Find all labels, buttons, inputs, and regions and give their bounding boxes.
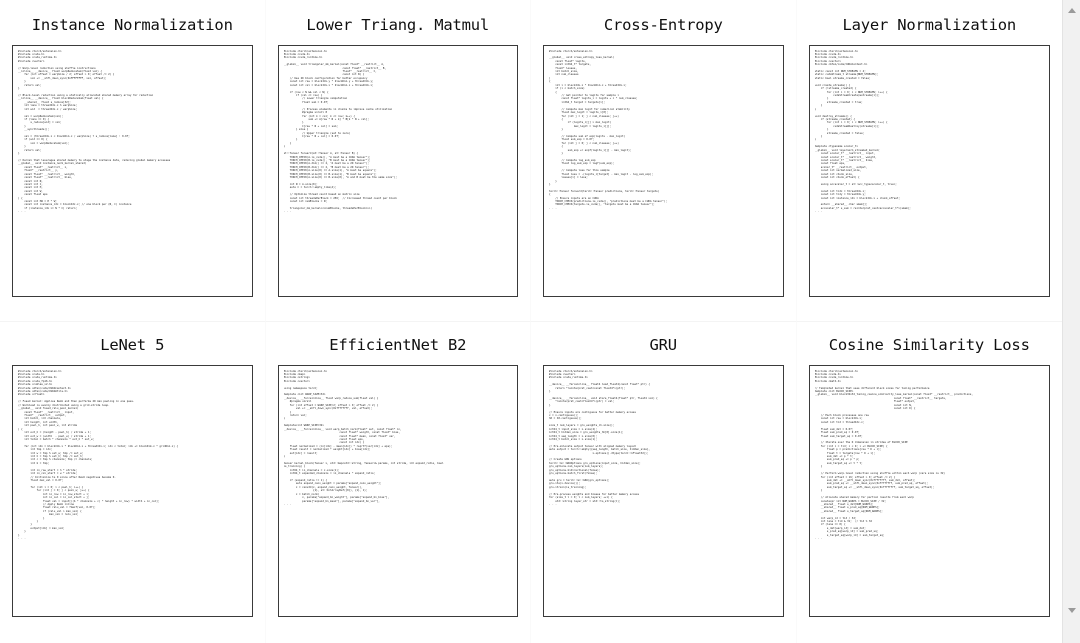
card-title: EfficientNet B2 xyxy=(329,336,467,354)
card-title: Cosine Similarity Loss xyxy=(828,336,1030,354)
card-title: Cross-Entropy xyxy=(603,16,723,34)
scroll-down-button[interactable] xyxy=(1063,602,1080,619)
scroll-viewport: Instance Normalization #include <torch/e… xyxy=(0,0,1062,643)
code-box[interactable]: #include <torch/extension.h> #include <c… xyxy=(808,44,1050,297)
code-content: #include <torch/extension.h> #include <c… xyxy=(283,49,397,214)
code-box[interactable]: #include <torch/extension.h> #include <c… xyxy=(277,44,518,297)
code-content: #include <torch/extension.h> #include <m… xyxy=(283,369,444,506)
code-box[interactable]: #include <torch/extension.h> #include <c… xyxy=(12,44,253,297)
card-efficientnet-b2: EfficientNet B2 #include <torch/extensio… xyxy=(265,322,531,643)
code-box[interactable]: #include <torch/extension.h> __global__ … xyxy=(543,44,784,297)
card-gru: GRU #include <torch/extension.h> #includ… xyxy=(531,322,797,643)
triangle-up-icon xyxy=(1067,8,1076,13)
code-content: #include <torch/extension.h> #include <c… xyxy=(814,369,973,541)
code-box[interactable]: #include <torch/extension.h> #include <c… xyxy=(808,364,1050,617)
code-content: #include <torch/extension.h> #include <c… xyxy=(18,369,178,541)
code-content: #include <torch/extension.h> #include <c… xyxy=(18,49,171,214)
scroll-up-button[interactable] xyxy=(1063,2,1080,19)
card-cross-entropy: Cross-Entropy #include <torch/extension.… xyxy=(531,0,797,322)
card-title: Layer Normalization xyxy=(842,16,1016,34)
card-lenet-5: LeNet 5 #include <torch/extension.h> #in… xyxy=(0,322,266,643)
code-content: #include <torch/extension.h> #include <v… xyxy=(549,369,658,506)
code-box[interactable]: #include <torch/extension.h> #include <m… xyxy=(277,364,518,617)
code-box[interactable]: #include <torch/extension.h> #include <v… xyxy=(543,364,784,617)
code-content: #include <torch/extension.h> #include <c… xyxy=(814,49,911,214)
app-root: Instance Normalization #include <torch/e… xyxy=(0,0,1080,643)
code-box[interactable]: #include <torch/extension.h> #include <c… xyxy=(12,364,253,617)
card-title: GRU xyxy=(649,336,678,354)
card-cosine-similarity-loss: Cosine Similarity Loss #include <torch/e… xyxy=(796,322,1062,643)
code-content: #include <torch/extension.h> __global__ … xyxy=(549,49,668,210)
card-title: Lower Triang. Matmul xyxy=(306,16,490,34)
card-instance-normalization: Instance Normalization #include <torch/e… xyxy=(0,0,266,322)
card-lower-triang-matmul: Lower Triang. Matmul #include <torch/ext… xyxy=(265,0,531,322)
triangle-down-icon xyxy=(1067,608,1076,613)
vertical-scrollbar[interactable] xyxy=(1062,0,1080,643)
card-layer-normalization: Layer Normalization #include <torch/exte… xyxy=(796,0,1062,322)
card-title: LeNet 5 xyxy=(100,336,165,354)
code-card-grid: Instance Normalization #include <torch/e… xyxy=(0,0,1062,643)
card-title: Instance Normalization xyxy=(31,16,233,34)
